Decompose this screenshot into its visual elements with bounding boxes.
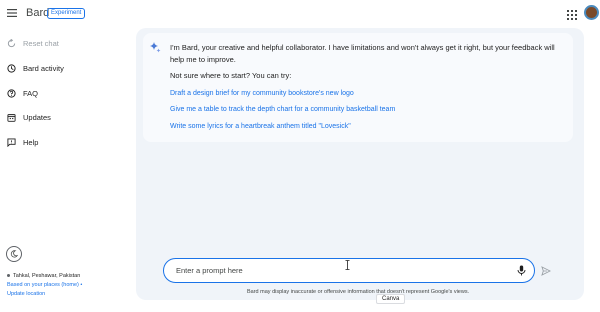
experiment-badge: Experiment [47, 8, 86, 19]
avatar[interactable] [584, 5, 599, 20]
sidebar-item-reset-chat[interactable]: Reset chat [7, 39, 59, 48]
calendar-icon [7, 114, 16, 122]
text-cursor-icon [345, 260, 350, 270]
microphone-icon[interactable] [517, 265, 526, 276]
try-label: Not sure where to start? You can try: [170, 71, 292, 80]
bard-sparkle-icon [150, 42, 161, 53]
top-bar: Bard Experiment [0, 0, 600, 28]
apps-grid-icon[interactable] [567, 10, 577, 20]
location-info: Tahkal, Peshawar, Pakistan Based on your… [7, 272, 82, 299]
suggestion-link[interactable]: Give me a table to track the depth chart… [170, 106, 395, 113]
disclaimer-text: Bard may display inaccurate or offensive… [247, 289, 470, 295]
help-circle-icon [7, 89, 16, 98]
sidebar-item-label: Help [23, 138, 39, 147]
sidebar-item-label: Reset chat [23, 39, 59, 48]
update-location-link[interactable]: Update location [7, 290, 82, 299]
location-basis-text: Based on your places (home) [7, 282, 79, 288]
suggestion-link[interactable]: Draft a design brief for my community bo… [170, 90, 354, 97]
sidebar-item-label: Updates [23, 113, 51, 122]
location-place: Tahkal, Peshawar, Pakistan [13, 273, 81, 279]
prompt-input[interactable] [176, 264, 496, 277]
sidebar-item-label: FAQ [23, 89, 39, 98]
canva-label: Canva [376, 294, 406, 304]
dark-mode-toggle[interactable] [6, 246, 22, 262]
sidebar-item-help[interactable]: Help [7, 138, 38, 147]
menu-icon[interactable] [7, 9, 17, 17]
feedback-icon [7, 138, 16, 147]
moon-icon [10, 250, 18, 258]
brand-title: Bard [26, 7, 50, 19]
suggestion-link[interactable]: Write some lyrics for a heartbreak anthe… [170, 123, 351, 130]
sidebar-item-updates[interactable]: Updates [7, 113, 51, 122]
location-dot-icon [7, 274, 10, 278]
sidebar-item-faq[interactable]: FAQ [7, 89, 38, 98]
history-icon [7, 64, 16, 73]
sidebar: Reset chat Bard activity FAQ Updates Hel… [0, 28, 135, 312]
intro-text: I'm Bard, your creative and helpful coll… [170, 43, 555, 64]
reset-icon [7, 39, 16, 48]
location-basis-link[interactable]: Based on your places (home) • [7, 281, 82, 290]
sidebar-item-bard-activity[interactable]: Bard activity [7, 64, 64, 73]
sidebar-item-label: Bard activity [23, 64, 64, 73]
send-icon[interactable] [541, 266, 551, 276]
